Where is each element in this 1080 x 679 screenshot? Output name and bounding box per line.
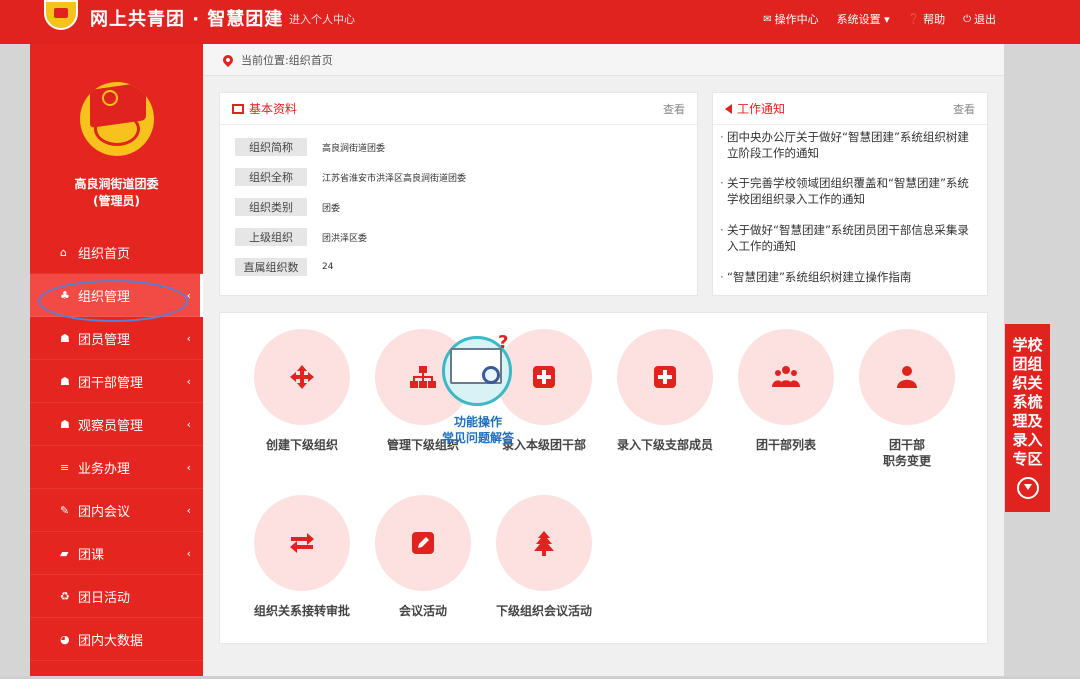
users-icon: ☗ [60,374,70,388]
create-sub-org-button[interactable]: 创建下级组织 [242,329,362,453]
edit-icon [412,532,434,554]
basic-info-view-link[interactable]: 查看 [663,101,685,117]
sub-org-meeting-button[interactable]: 下级组织会议活动 [484,495,604,619]
meeting-activity-button[interactable]: 会议活动 [363,495,483,619]
basic-info-title: 基本资料 [249,102,298,116]
sidebar-item-business[interactable]: ≡ 业务办理 ‹ [30,446,203,489]
notice-item[interactable]: “智慧团建”系统组织树建立操作指南 [720,269,977,285]
info-row: 上级组织 团洪泽区委 [235,228,367,246]
function-grid-card: 创建下级组织 管理下级组织 录入本级团干部 录入下级支部成员 团干部列表 团干部… [219,312,988,644]
work-notice-title: 工作通知 [737,102,786,116]
transfer-icon [290,533,314,553]
tree-icon [534,531,554,556]
speaker-icon [725,103,732,114]
enter-branch-member-button[interactable]: 录入下级支部成员 [605,329,725,453]
chevron-left-icon: ‹ [186,331,191,345]
chevron-left-icon: ‹ [186,460,191,474]
faq-help-widget[interactable]: ? 功能操作 常见问题解答 [436,330,520,450]
power-icon: ⏻ [963,13,971,25]
id-card-icon [232,103,244,114]
top-nav: ✉ 操作中心 系统设置 ▾ ❓ 帮助 ⏻ 退出 [763,11,996,27]
cadre-position-change-button[interactable]: 团干部 职务变更 [847,329,967,469]
operation-center-link[interactable]: ✉ 操作中心 [763,11,818,27]
sidebar: 高良涧街道团委 (管理员) ⌂ 组织首页 ♣ 组织管理 ‹ ☗ 团员管理 ‹ ☗… [30,44,203,679]
league-badge-logo [44,0,78,30]
ring-icon [94,112,140,146]
system-settings-dropdown[interactable]: 系统设置 ▾ [837,11,890,27]
enter-personal-center-link[interactable]: 进入个人中心 [289,11,355,27]
org-tree-icon [410,366,436,388]
chevron-left-icon: ‹ [186,374,191,388]
envelope-icon: ✉ [763,13,772,25]
home-icon: ⌂ [60,245,67,259]
user-icon [897,366,917,388]
users-icon: ☗ [60,417,70,431]
sidebar-item-org-management[interactable]: ♣ 组织管理 ‹ [30,274,203,317]
plus-square-icon [533,366,555,388]
chevron-left-icon: ‹ [186,417,191,431]
brand-title: 网上共青团 · 智慧团建 [90,9,284,30]
notice-item[interactable]: 团中央办公厅关于做好“智慧团建”系统组织树建立阶段工作的通知 [720,129,977,161]
sidebar-item-meetings[interactable]: ✎ 团内会议 ‹ [30,489,203,532]
notice-item[interactable]: 关于做好“智慧团建”系统团员团干部信息采集录入工作的通知 [720,222,977,254]
sidebar-item-org-home[interactable]: ⌂ 组织首页 [30,231,203,274]
sidebar-item-member-management[interactable]: ☗ 团员管理 ‹ [30,317,203,360]
info-row: 组织简称 高良涧街道团委 [235,138,385,156]
chevron-down-circle-icon [1016,477,1039,499]
info-row: 组织类别 团委 [235,198,340,216]
info-row: 直属组织数 24 [235,258,333,276]
question-mark-icon: ? [498,332,509,353]
users-icon: ☗ [60,331,70,345]
recycle-icon: ♻ [60,589,70,603]
plus-square-icon [654,366,676,388]
basic-info-card: 基本资料 查看 组织简称 高良涧街道团委 组织全称 江苏省淮安市洪泽区高良涧街道… [219,92,698,296]
chevron-left-icon: ‹ [186,503,191,517]
org-tree-icon: ♣ [60,288,70,302]
avatar [80,82,154,156]
top-bar: 网上共青团 · 智慧团建 进入个人中心 ✉ 操作中心 系统设置 ▾ ❓ 帮助 ⏻… [0,0,1080,44]
group-icon [772,366,800,387]
breadcrumb: 当前位置:组织首页 [203,44,1004,76]
work-notice-card: 工作通知 查看 团中央办公厅关于做好“智慧团建”系统组织树建立阶段工作的通知 关… [712,92,988,296]
sidebar-item-cadre-management[interactable]: ☗ 团干部管理 ‹ [30,360,203,403]
info-row: 组织全称 江苏省淮安市洪泽区高良涧街道团委 [235,168,466,186]
school-org-banner[interactable]: 学校团组织关系梳理及录入专区 [1005,324,1050,512]
cadre-list-button[interactable]: 团干部列表 [726,329,846,453]
edit-icon: ✎ [60,503,70,517]
chevron-left-icon: ‹ [186,288,191,302]
magnifier-icon [482,366,500,384]
sidebar-item-league-day[interactable]: ♻ 团日活动 [30,575,203,618]
notice-item[interactable]: 关于完善学校领域团组织覆盖和“智慧团建”系统学校团组织录入工作的通知 [720,175,977,207]
help-icon: ❓ [907,13,921,25]
help-link[interactable]: ❓ 帮助 [908,11,945,27]
sidebar-item-league-class[interactable]: ▰ 团课 ‹ [30,532,203,575]
main-content: 基本资料 查看 组织简称 高良涧街道团委 组织全称 江苏省淮安市洪泽区高良涧街道… [203,76,1004,679]
sidebar-item-observer-management[interactable]: ☗ 观察员管理 ‹ [30,403,203,446]
location-pin-icon [220,52,236,67]
work-notice-view-link[interactable]: 查看 [953,101,975,117]
chevron-left-icon: ‹ [186,546,191,560]
org-name: 高良涧街道团委 (管理员) [74,177,159,208]
org-transfer-approval-button[interactable]: 组织关系接转审批 [242,495,362,619]
move-arrows-icon [290,365,314,389]
pie-icon: ◕ [60,632,70,646]
folder-icon: ▰ [60,546,69,560]
left-margin [0,44,30,679]
sidebar-item-big-data[interactable]: ◕ 团内大数据 [30,618,203,661]
logout-link[interactable]: ⏻ 退出 [963,11,996,27]
list-icon: ≡ [60,460,70,474]
star-icon [102,90,118,106]
